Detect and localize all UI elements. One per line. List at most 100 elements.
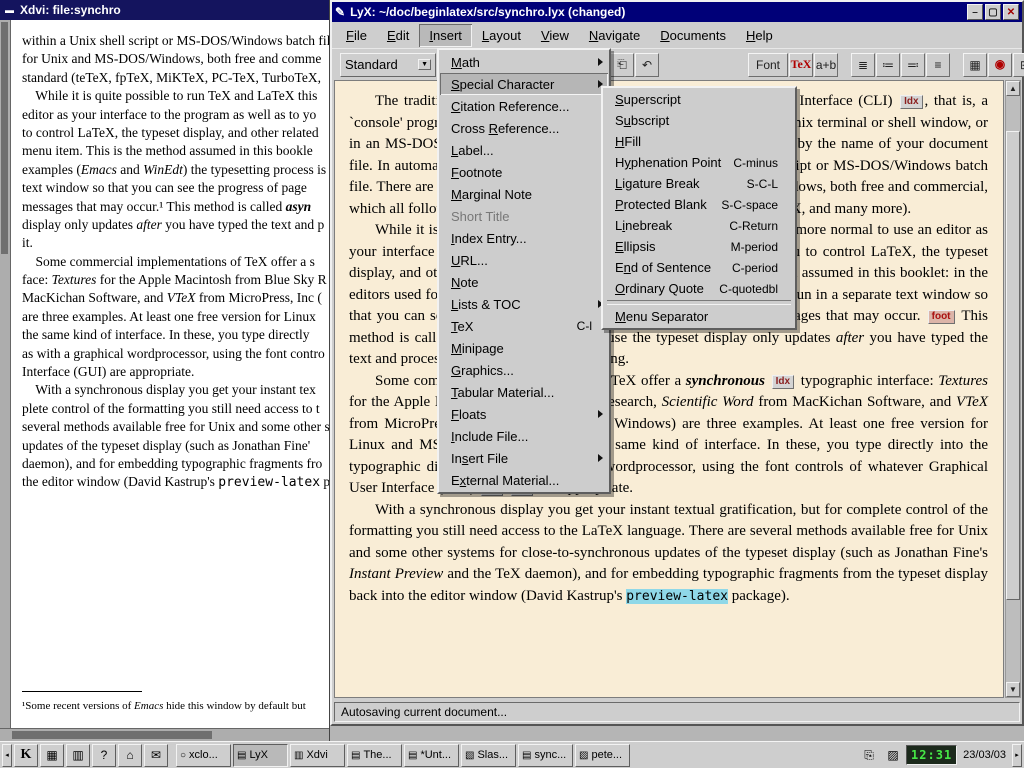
menubar-item[interactable]: Navigate bbox=[579, 24, 650, 47]
konsole-button[interactable]: ▥ bbox=[66, 744, 90, 767]
insert-menu-item[interactable]: Tabular Material... bbox=[440, 381, 608, 403]
insert-menu-item[interactable]: TeX C-l bbox=[440, 315, 608, 337]
special-character-menu-item[interactable]: Hyphenation Point C-minus bbox=[604, 152, 794, 173]
scrollbar-thumb[interactable] bbox=[12, 731, 212, 739]
minimize-button[interactable]: – bbox=[967, 4, 983, 20]
figure-insert-button[interactable]: ◉ bbox=[988, 53, 1012, 77]
dvi-text-line: text window so that you can see the prog… bbox=[22, 179, 329, 197]
special-character-menu-item[interactable]: Superscript bbox=[604, 89, 794, 110]
insert-menu-item[interactable]: Cross Reference... bbox=[440, 117, 608, 139]
task-button[interactable]: ▤ sync... bbox=[518, 744, 573, 767]
klipper-icon[interactable]: ⎘ bbox=[858, 744, 880, 766]
special-character-menu-item[interactable]: HFill bbox=[604, 131, 794, 152]
insert-menu-item[interactable]: Citation Reference... bbox=[440, 95, 608, 117]
menu-item-shortcut: S-C-L bbox=[735, 177, 778, 191]
lyx-titlebar[interactable]: ✎ LyX: ~/doc/beginlatex/src/synchro.lyx … bbox=[332, 2, 1022, 22]
insert-menu-item[interactable]: Note bbox=[440, 271, 608, 293]
menu-item-label: Index Entry... bbox=[451, 231, 527, 246]
xdvi-window: ▬ Xdvi: file:synchro within a Unix shell… bbox=[0, 0, 330, 741]
home-folder-button[interactable]: ⌂ bbox=[118, 744, 142, 767]
paste-button[interactable]: ⎗ bbox=[610, 53, 634, 77]
insert-menu-item[interactable]: Floats bbox=[440, 403, 608, 425]
lyx-vertical-scrollbar[interactable]: ▲ ▼ bbox=[1005, 80, 1021, 698]
menubar-item[interactable]: File bbox=[336, 24, 377, 47]
menu-item-label: URL... bbox=[451, 253, 488, 268]
xdvi-window-title: Xdvi: file:synchro bbox=[20, 3, 121, 17]
scroll-down-button[interactable]: ▼ bbox=[1006, 682, 1020, 697]
special-character-menu-item[interactable]: Protected Blank S-C-space bbox=[604, 194, 794, 215]
special-character-menu-item[interactable]: Ligature Break S-C-L bbox=[604, 173, 794, 194]
math-insert-button[interactable]: a+b bbox=[814, 53, 838, 77]
special-character-menu-item[interactable]: Ellipsis M-period bbox=[604, 236, 794, 257]
menubar-item[interactable]: Insert bbox=[419, 24, 472, 47]
special-character-menu-item[interactable] bbox=[607, 300, 791, 305]
mail-button[interactable]: ✉ bbox=[144, 744, 168, 767]
iconify-icon[interactable]: ▬ bbox=[5, 5, 14, 15]
window-list-button[interactable]: ▦ bbox=[40, 744, 64, 767]
insert-menu-item[interactable]: Lists & TOC bbox=[440, 293, 608, 315]
insert-menu-item[interactable]: Marginal Note bbox=[440, 183, 608, 205]
task-button[interactable]: ▨ pete... bbox=[575, 744, 630, 767]
enumerate-button[interactable]: ≔ bbox=[876, 53, 900, 77]
insert-menu-item[interactable]: Footnote bbox=[440, 161, 608, 183]
task-button[interactable]: ▤ The... bbox=[347, 744, 402, 767]
insert-menu-item[interactable]: Insert File bbox=[440, 447, 608, 469]
special-character-menu-item[interactable]: Subscript bbox=[604, 110, 794, 131]
menubar-item[interactable]: Edit bbox=[377, 24, 419, 47]
special-character-menu-item[interactable]: Ordinary Quote C-quotedbl bbox=[604, 278, 794, 299]
pager-icon[interactable]: ▨ bbox=[882, 744, 904, 766]
insert-menu-item[interactable]: Minipage bbox=[440, 337, 608, 359]
layout-list-button[interactable]: ≡ bbox=[926, 53, 950, 77]
insert-menu-item[interactable]: Graphics... bbox=[440, 359, 608, 381]
dvi-text-line: daemon), and for embedding typographic f… bbox=[22, 455, 329, 473]
menubar-item[interactable]: Help bbox=[736, 24, 783, 47]
menu-item-label: TeX bbox=[451, 319, 473, 334]
insert-menu-item[interactable]: Index Entry... bbox=[440, 227, 608, 249]
menubar-item[interactable]: Documents bbox=[650, 24, 736, 47]
task-button[interactable]: ▧ Slas... bbox=[461, 744, 516, 767]
depth-button[interactable]: ≣ bbox=[851, 53, 875, 77]
insert-menu-item[interactable]: Label... bbox=[440, 139, 608, 161]
insert-menu-item[interactable]: Include File... bbox=[440, 425, 608, 447]
tex-mode-button[interactable]: TeX bbox=[789, 53, 813, 77]
xdvi-titlebar[interactable]: ▬ Xdvi: file:synchro bbox=[0, 0, 329, 20]
undo-button[interactable]: ↶ bbox=[635, 53, 659, 77]
insert-menu-item[interactable]: External Material... bbox=[440, 469, 608, 491]
special-character-menu-item[interactable]: Menu Separator bbox=[604, 306, 794, 327]
k-menu-button[interactable]: K bbox=[14, 744, 38, 767]
insert-menu-item[interactable]: Short Title bbox=[440, 205, 608, 227]
task-icon: ▤ bbox=[408, 750, 417, 761]
scrollbar-track[interactable] bbox=[1006, 96, 1020, 682]
insert-menu-item[interactable]: URL... bbox=[440, 249, 608, 271]
scrollbar-thumb[interactable] bbox=[1, 22, 8, 254]
tabular-grid-button[interactable]: ⊞ bbox=[1013, 53, 1024, 77]
insert-menu-item[interactable]: Special Character bbox=[440, 73, 608, 95]
xdvi-horizontal-scrollbar[interactable] bbox=[0, 728, 329, 741]
close-button[interactable]: ✕ bbox=[1003, 4, 1019, 20]
menubar-item[interactable]: Layout bbox=[472, 24, 531, 47]
special-character-menu-item[interactable]: End of Sentence C-period bbox=[604, 257, 794, 278]
panel-hide-right-button[interactable]: ▸ bbox=[1012, 744, 1022, 767]
scrollbar-thumb[interactable] bbox=[1006, 131, 1020, 600]
task-button[interactable]: ○ xclo... bbox=[176, 744, 231, 767]
task-label: Xdvi bbox=[306, 749, 327, 761]
task-button[interactable]: ▤ LyX bbox=[233, 744, 288, 767]
special-character-submenu: Superscript Subscript HFill H bbox=[601, 86, 797, 330]
insert-menu-item[interactable]: Math bbox=[440, 51, 608, 73]
task-button[interactable]: ▥ Xdvi bbox=[290, 744, 345, 767]
panel-hide-left-button[interactable]: ◂ bbox=[2, 744, 12, 767]
font-dialog-button[interactable]: Font bbox=[748, 53, 788, 77]
xdvi-vertical-scrollbar[interactable] bbox=[0, 20, 11, 728]
task-button[interactable]: ▤ *Unt... bbox=[404, 744, 459, 767]
menu-item-label: Protected Blank bbox=[615, 197, 707, 212]
paragraph-style-combo[interactable]: Standard ▼ bbox=[340, 53, 436, 77]
table-insert-button[interactable]: ▦ bbox=[963, 53, 987, 77]
itemize-button[interactable]: ≕ bbox=[901, 53, 925, 77]
menubar-item[interactable]: View bbox=[531, 24, 579, 47]
scroll-up-button[interactable]: ▲ bbox=[1006, 81, 1020, 96]
help-button[interactable]: ? bbox=[92, 744, 116, 767]
maximize-button[interactable]: ▢ bbox=[985, 4, 1001, 20]
task-label: *Unt... bbox=[420, 749, 451, 761]
special-character-menu-item[interactable]: Linebreak C-Return bbox=[604, 215, 794, 236]
chevron-down-icon: ▼ bbox=[418, 59, 431, 70]
